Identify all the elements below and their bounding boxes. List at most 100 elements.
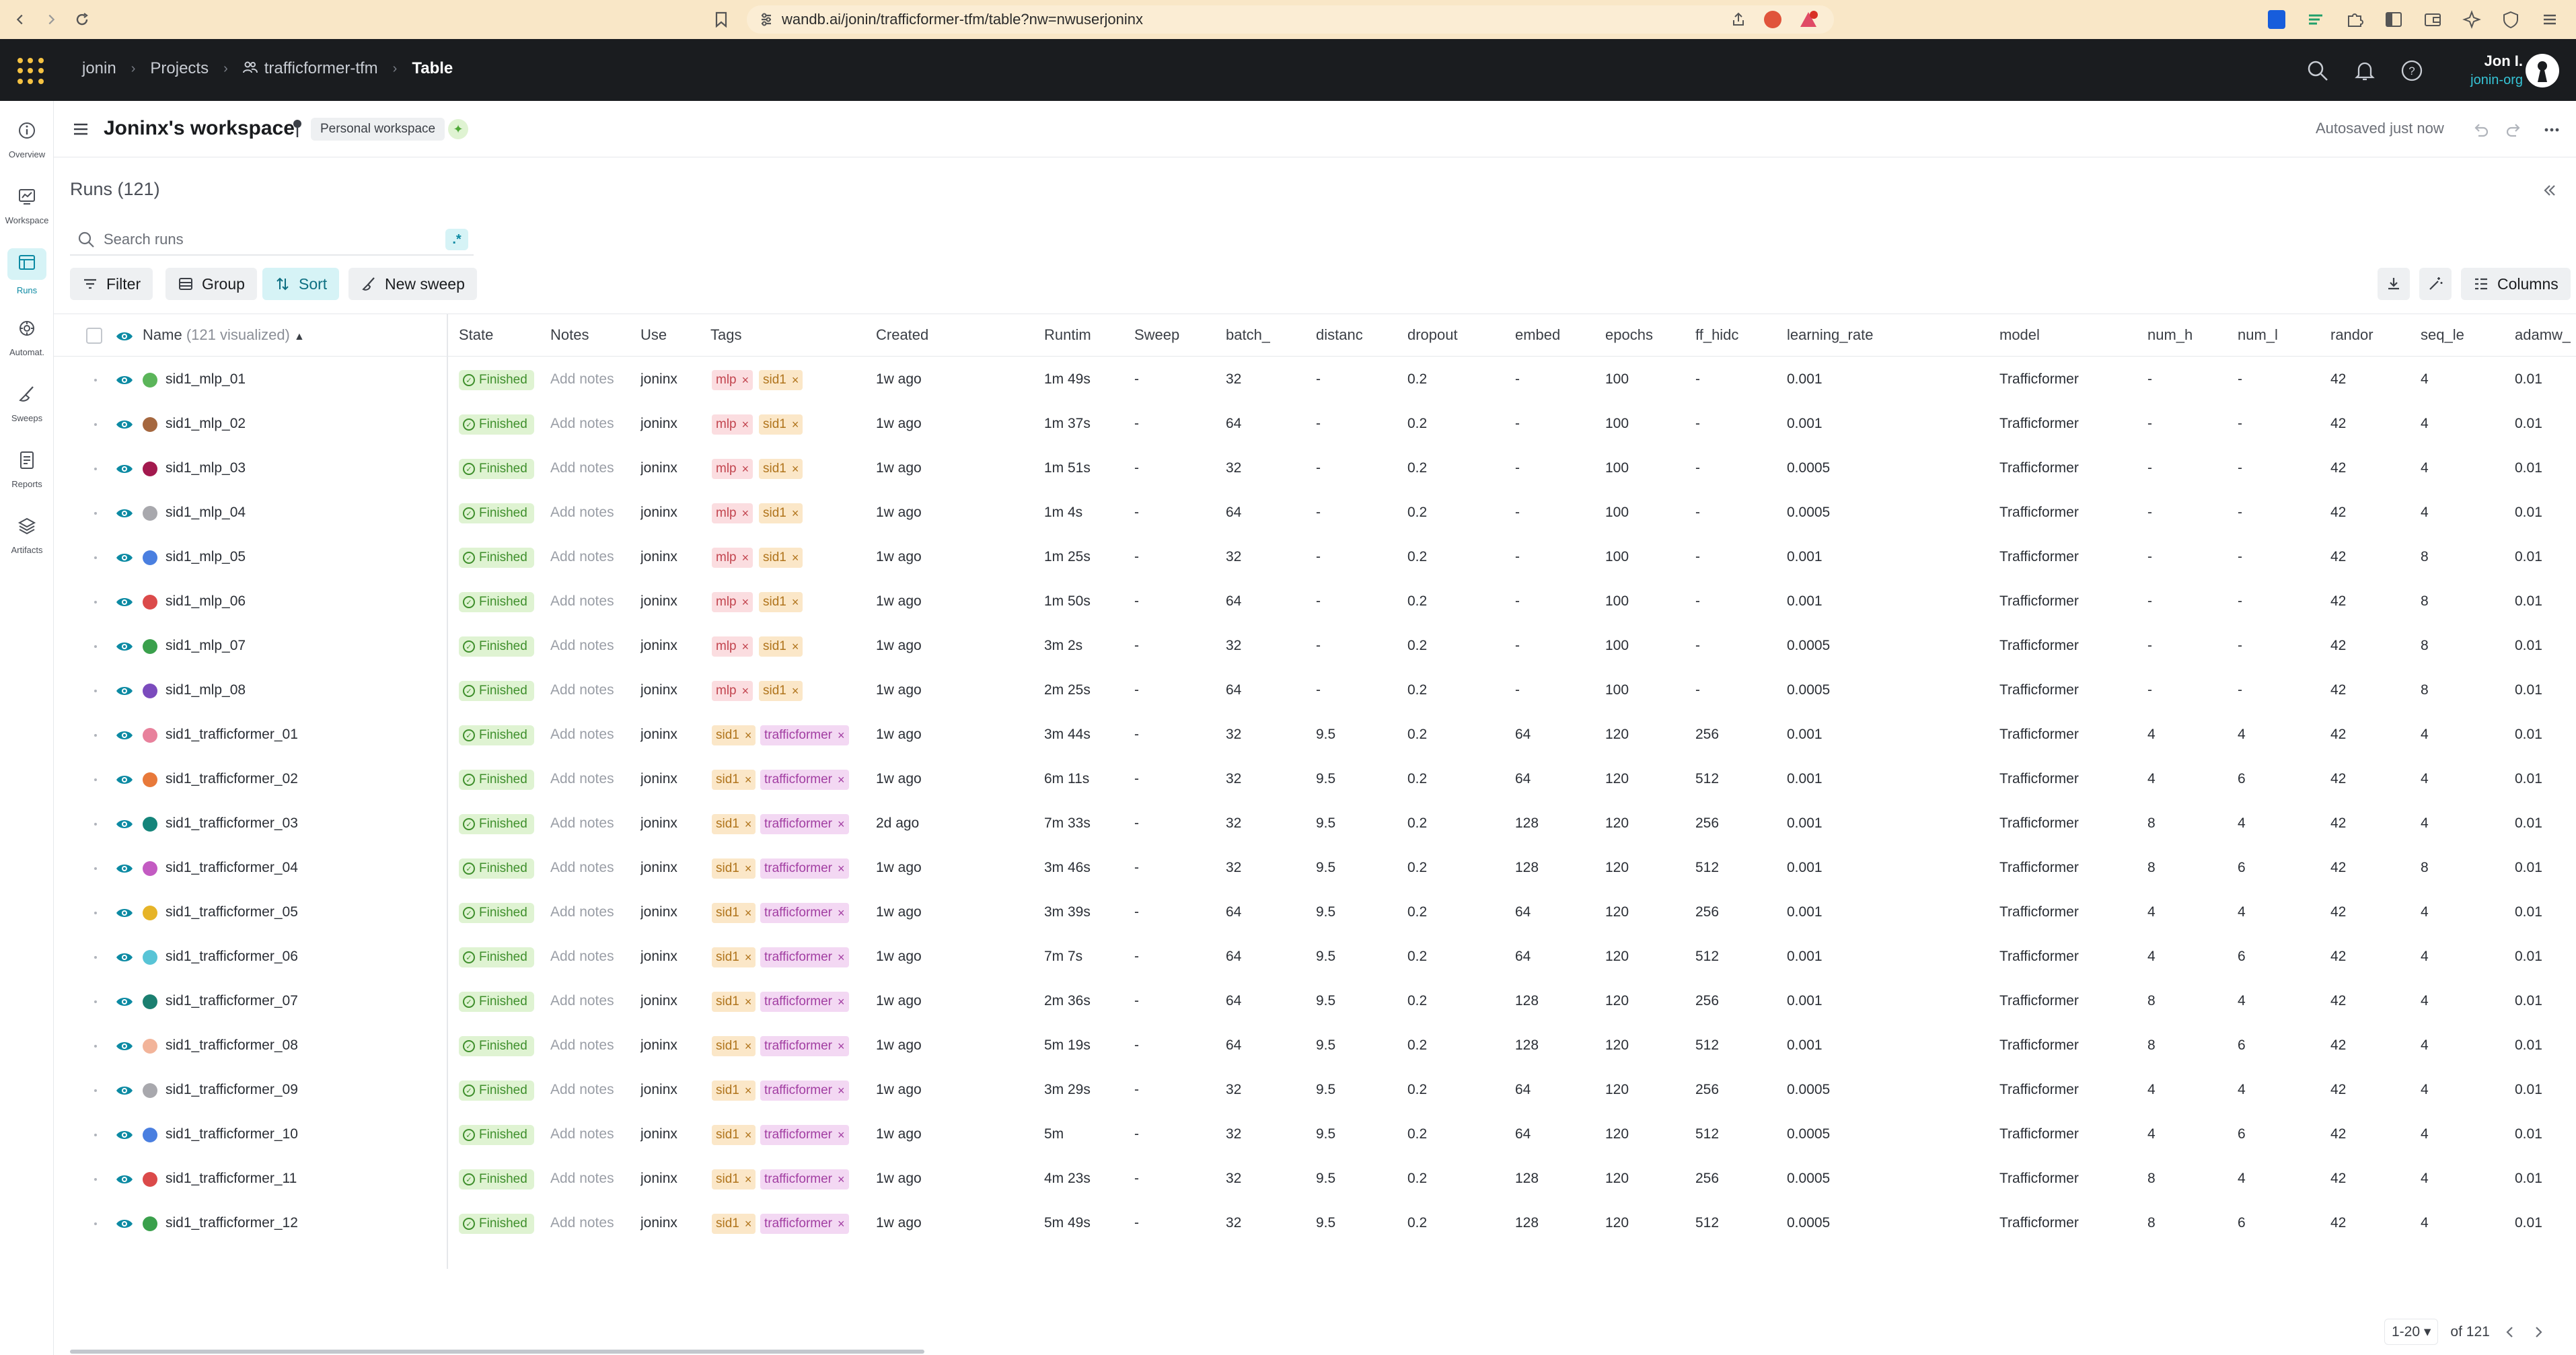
sidebar-item-overview[interactable]: Overview: [0, 113, 54, 167]
remove-tag-icon[interactable]: ×: [742, 418, 749, 432]
remove-tag-icon[interactable]: ×: [742, 507, 749, 521]
sidebar-item-automations[interactable]: Automat.: [0, 311, 54, 365]
wallet-icon[interactable]: [2420, 7, 2445, 32]
run-tag[interactable]: sid1 ×: [759, 503, 803, 523]
run-name[interactable]: sid1_trafficformer_11: [165, 1171, 297, 1187]
run-color-swatch[interactable]: [143, 595, 157, 610]
column-header[interactable]: num_h: [2147, 326, 2193, 344]
remove-tag-icon[interactable]: ×: [742, 462, 749, 476]
run-tag[interactable]: sid1 ×: [712, 903, 756, 923]
run-tag[interactable]: sid1 ×: [712, 858, 756, 879]
table-row[interactable]: sid1_trafficformer_02 ✓ Finished Add notes j…: [54, 758, 2576, 802]
expand-handle[interactable]: [94, 379, 97, 381]
table-row[interactable]: sid1_mlp_02 ✓ Finished Add notes joninx mlp × s…: [54, 402, 2576, 447]
add-notes-field[interactable]: Add notes: [550, 416, 614, 432]
workspace-title[interactable]: Joninx's workspace: [104, 117, 295, 140]
table-row[interactable]: sid1_mlp_08 ✓ Finished Add notes joninx mlp × s…: [54, 669, 2576, 713]
remove-tag-icon[interactable]: ×: [792, 462, 799, 476]
remove-tag-icon[interactable]: ×: [792, 684, 799, 698]
more-options-icon[interactable]: [2542, 120, 2562, 140]
eye-icon[interactable]: [116, 596, 133, 608]
eye-icon[interactable]: [116, 1218, 133, 1230]
sparkle-icon[interactable]: ✦: [448, 119, 468, 139]
group-button[interactable]: Group: [165, 268, 257, 300]
collapse-panel-icon[interactable]: [2539, 180, 2559, 200]
run-color-swatch[interactable]: [143, 373, 157, 388]
run-name[interactable]: sid1_mlp_08: [165, 682, 246, 698]
expand-handle[interactable]: [94, 1134, 97, 1136]
remove-tag-icon[interactable]: ×: [745, 817, 752, 832]
run-color-swatch[interactable]: [143, 550, 157, 565]
eye-icon[interactable]: [116, 1040, 133, 1052]
column-header[interactable]: State: [459, 326, 493, 344]
run-tag[interactable]: trafficformer ×: [760, 1169, 849, 1189]
remove-tag-icon[interactable]: ×: [838, 773, 845, 787]
table-row[interactable]: sid1_trafficformer_11 ✓ Finished Add notes j…: [54, 1157, 2576, 1202]
run-color-swatch[interactable]: [143, 1083, 157, 1098]
vpn-icon[interactable]: [2498, 7, 2524, 32]
filter-button[interactable]: Filter: [70, 268, 153, 300]
run-color-swatch[interactable]: [143, 506, 157, 521]
run-tag[interactable]: mlp ×: [712, 592, 753, 612]
back-icon[interactable]: [5, 5, 35, 34]
table-row[interactable]: sid1_trafficformer_12 ✓ Finished Add notes j…: [54, 1202, 2576, 1246]
remove-tag-icon[interactable]: ×: [838, 1217, 845, 1231]
remove-tag-icon[interactable]: ×: [792, 507, 799, 521]
eye-icon[interactable]: [116, 685, 133, 697]
run-color-swatch[interactable]: [143, 639, 157, 654]
add-notes-field[interactable]: Add notes: [550, 993, 614, 1009]
remove-tag-icon[interactable]: ×: [792, 551, 799, 565]
select-all-checkbox[interactable]: [86, 328, 102, 344]
run-name[interactable]: sid1_trafficformer_08: [165, 1037, 298, 1054]
run-color-swatch[interactable]: [143, 817, 157, 832]
run-name[interactable]: sid1_mlp_05: [165, 549, 246, 565]
add-notes-field[interactable]: Add notes: [550, 949, 614, 965]
run-tag[interactable]: trafficformer ×: [760, 903, 849, 923]
sidebar-item-reports[interactable]: Reports: [0, 443, 54, 497]
table-row[interactable]: sid1_trafficformer_08 ✓ Finished Add notes j…: [54, 1024, 2576, 1068]
column-header[interactable]: distanc: [1316, 326, 1363, 344]
table-row[interactable]: sid1_trafficformer_07 ✓ Finished Add notes j…: [54, 980, 2576, 1024]
eye-icon[interactable]: [116, 463, 133, 475]
remove-tag-icon[interactable]: ×: [838, 1173, 845, 1187]
run-name[interactable]: sid1_trafficformer_04: [165, 860, 298, 876]
expand-handle[interactable]: [94, 823, 97, 826]
column-header[interactable]: embed: [1515, 326, 1560, 344]
column-header[interactable]: Use: [640, 326, 667, 344]
add-notes-field[interactable]: Add notes: [550, 371, 614, 388]
run-name[interactable]: sid1_trafficformer_12: [165, 1215, 298, 1231]
table-row[interactable]: sid1_mlp_03 ✓ Finished Add notes joninx mlp × s…: [54, 447, 2576, 491]
rewards-icon[interactable]: [1799, 11, 1818, 28]
add-notes-field[interactable]: Add notes: [550, 815, 614, 832]
add-notes-field[interactable]: Add notes: [550, 860, 614, 876]
run-tag[interactable]: sid1 ×: [712, 1081, 756, 1101]
run-name[interactable]: sid1_trafficformer_10: [165, 1126, 298, 1142]
run-tag[interactable]: sid1 ×: [759, 459, 803, 479]
expand-handle[interactable]: [94, 556, 97, 559]
remove-tag-icon[interactable]: ×: [838, 862, 845, 876]
reload-icon[interactable]: [67, 5, 97, 34]
run-name[interactable]: sid1_mlp_03: [165, 460, 246, 476]
expand-handle[interactable]: [94, 512, 97, 515]
column-header-name[interactable]: Name (121 visualized) ▲: [143, 326, 305, 344]
eye-icon[interactable]: [116, 640, 133, 653]
breadcrumb-projects[interactable]: Projects: [150, 59, 209, 78]
leo-ai-icon[interactable]: [2459, 7, 2485, 32]
eye-icon[interactable]: [116, 374, 133, 386]
column-header[interactable]: randor: [2330, 326, 2373, 344]
column-header[interactable]: Tags: [710, 326, 741, 344]
column-header[interactable]: batch_: [1226, 326, 1270, 344]
expand-handle[interactable]: [94, 1089, 97, 1092]
run-tag[interactable]: sid1 ×: [712, 814, 756, 834]
remove-tag-icon[interactable]: ×: [745, 862, 752, 876]
remove-tag-icon[interactable]: ×: [742, 640, 749, 654]
site-info-icon[interactable]: [759, 11, 774, 28]
remove-tag-icon[interactable]: ×: [792, 640, 799, 654]
table-row[interactable]: sid1_trafficformer_05 ✓ Finished Add notes j…: [54, 891, 2576, 935]
run-tag[interactable]: sid1 ×: [712, 947, 756, 967]
run-tag[interactable]: mlp ×: [712, 548, 753, 568]
remove-tag-icon[interactable]: ×: [742, 595, 749, 610]
remove-tag-icon[interactable]: ×: [838, 906, 845, 920]
remove-tag-icon[interactable]: ×: [745, 1217, 752, 1231]
remove-tag-icon[interactable]: ×: [742, 551, 749, 565]
